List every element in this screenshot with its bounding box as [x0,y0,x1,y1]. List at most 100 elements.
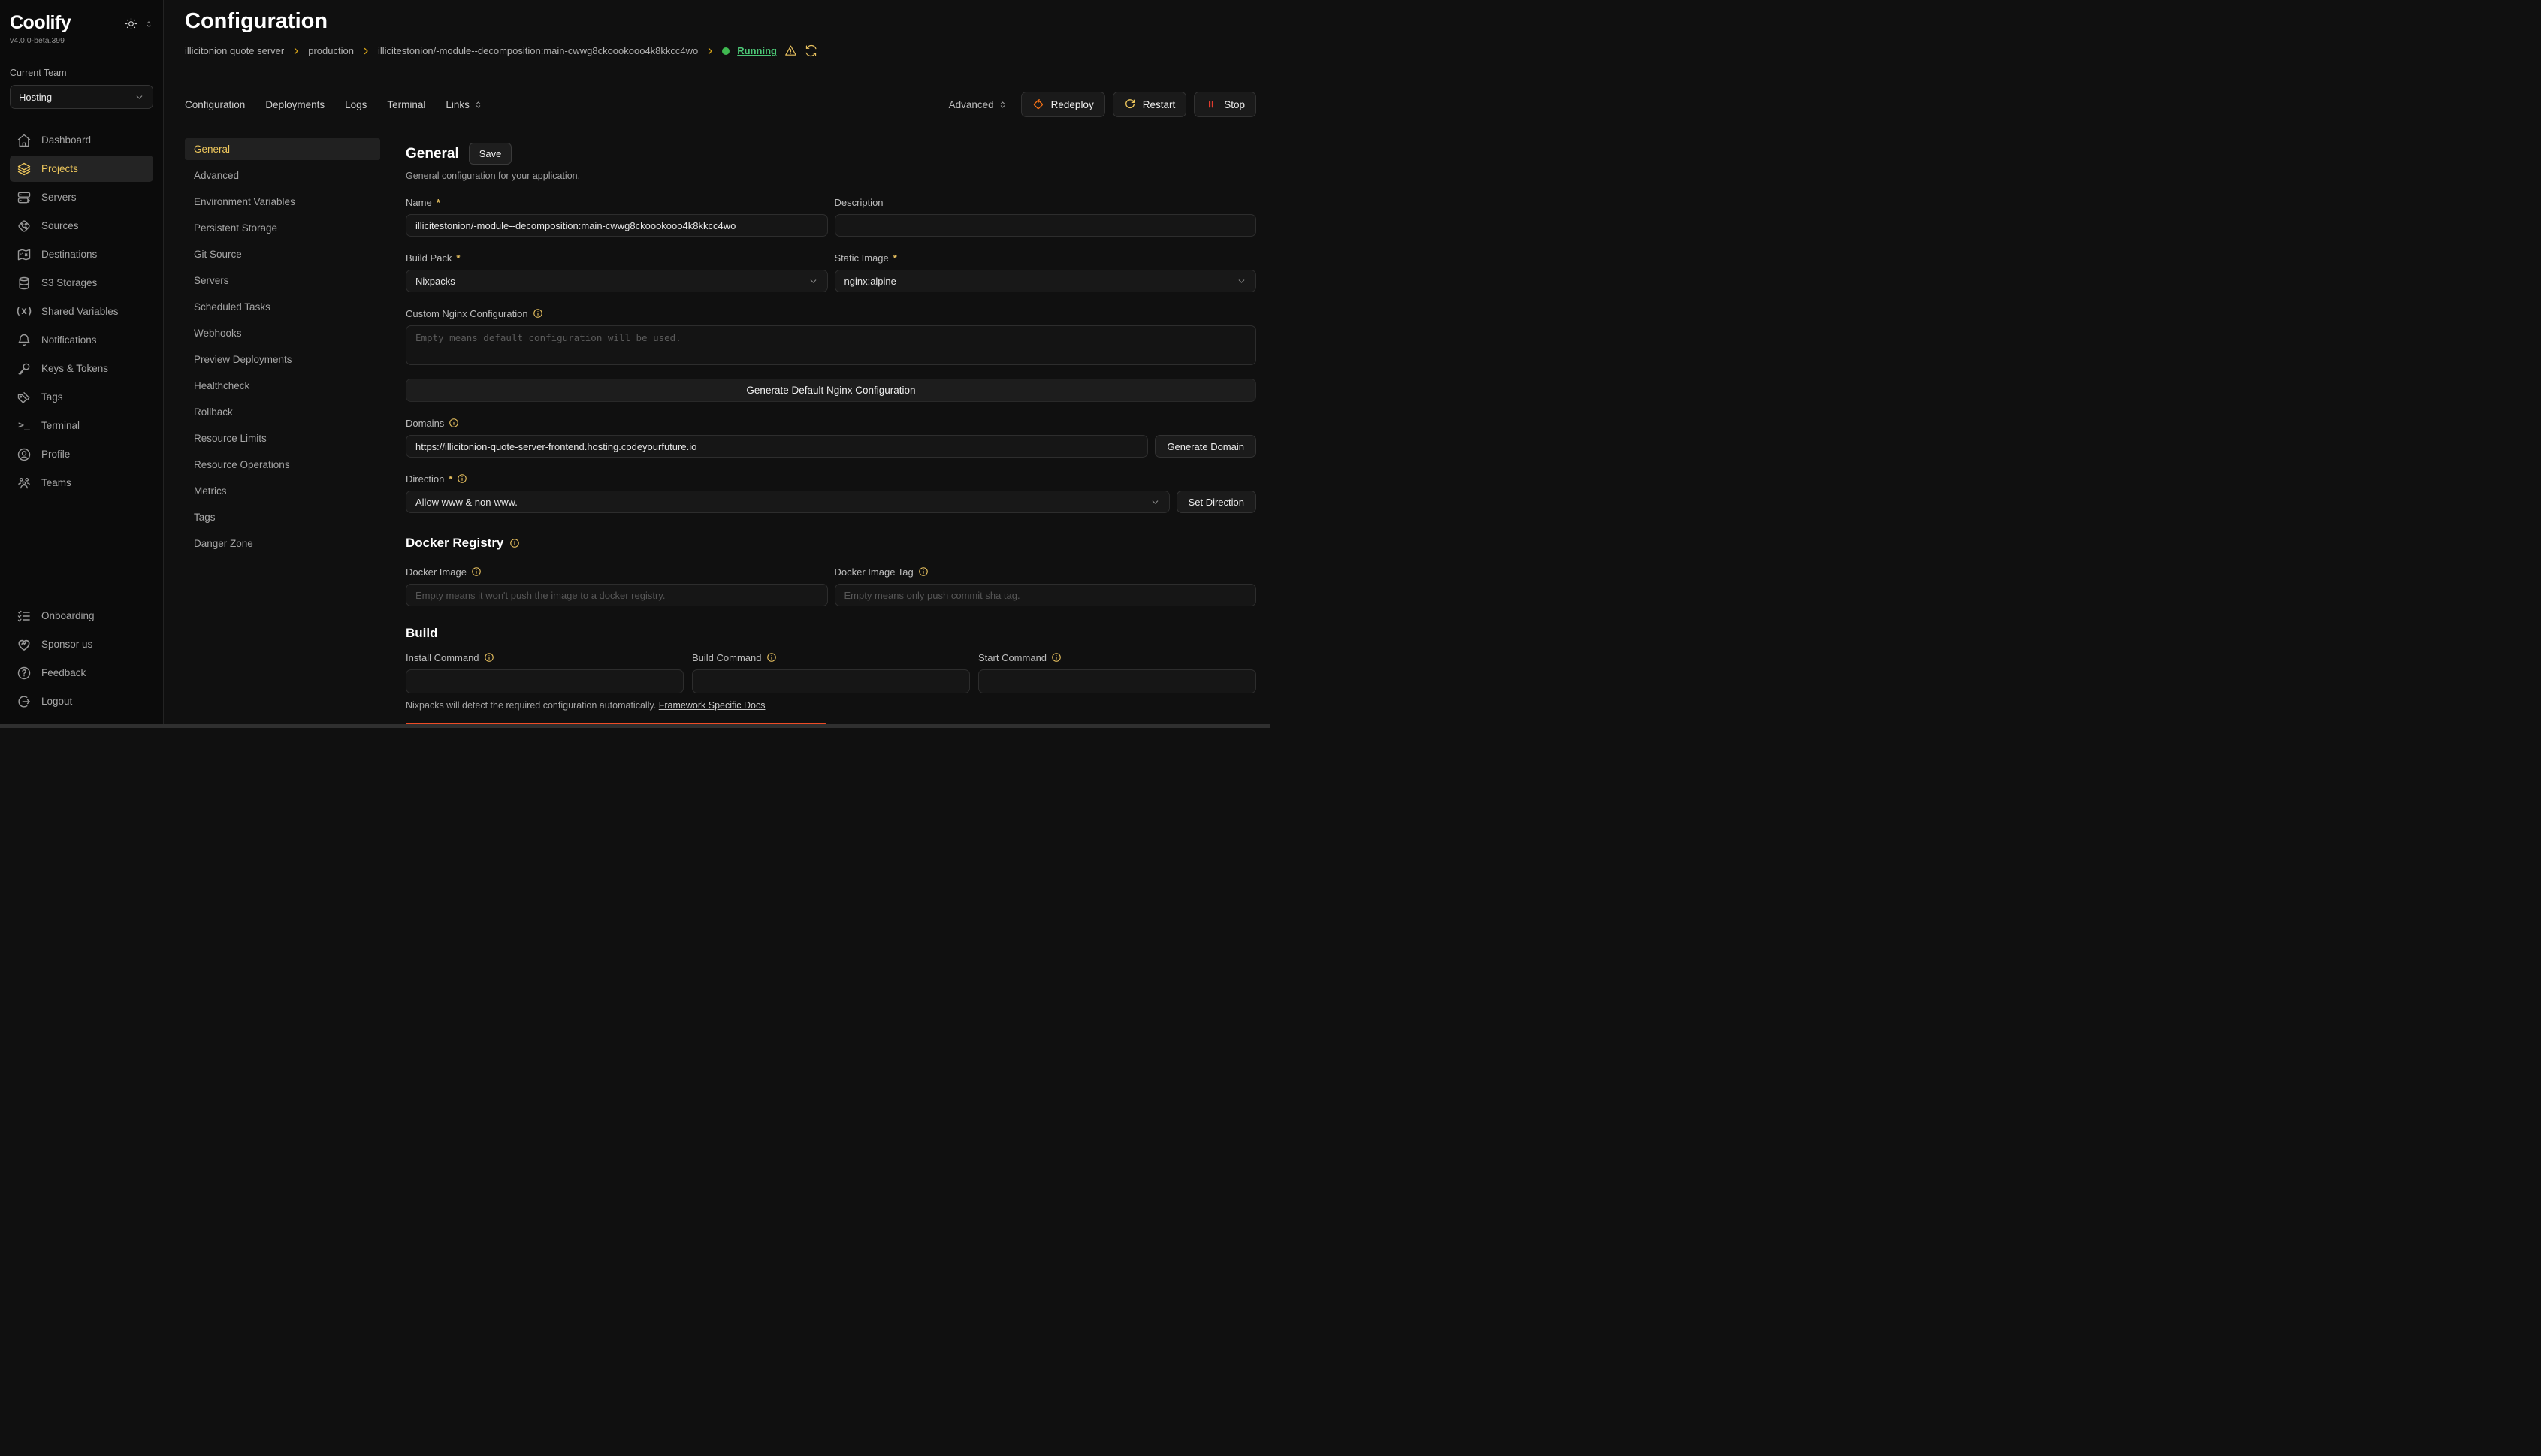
sidebar-item-terminal[interactable]: >_ Terminal [10,412,153,439]
checklist-icon [17,609,32,624]
domains-label-row: Domains [406,417,1256,429]
subnav-item-git-source[interactable]: Git Source [185,243,380,265]
build-pack-select[interactable]: Nixpacks [406,270,828,292]
sidebar-item-profile[interactable]: Profile [10,441,153,467]
docker-registry-heading: Docker Registry [406,536,503,551]
subnav-item-healthcheck[interactable]: Healthcheck [185,375,380,397]
advanced-label: Advanced [949,99,994,110]
generate-nginx-button[interactable]: Generate Default Nginx Configuration [406,379,1256,402]
sidebar-item-keys-tokens[interactable]: Keys & Tokens [10,355,153,382]
subnav-item-danger-zone[interactable]: Danger Zone [185,533,380,554]
sidebar-item-feedback[interactable]: Feedback [10,660,153,686]
install-command-input[interactable] [406,669,684,693]
subnav-item-metrics[interactable]: Metrics [185,480,380,502]
logo-row: Coolify [10,12,153,34]
sidebar-item-logout[interactable]: Logout [10,688,153,714]
sidebar-item-notifications[interactable]: Notifications [10,327,153,353]
docker-image-field: Docker Image [406,566,828,606]
horizontal-scrollbar-track[interactable] [0,724,1270,728]
docker-image-tag-input[interactable] [835,584,1257,606]
start-command-input[interactable] [978,669,1256,693]
info-icon[interactable] [457,473,467,484]
framework-docs-link[interactable]: Framework Specific Docs [659,700,766,711]
tab-links[interactable]: Links [446,99,483,110]
sidebar-item-sources[interactable]: Sources [10,213,153,239]
subnav-item-resource-limits[interactable]: Resource Limits [185,427,380,449]
info-icon[interactable] [484,652,494,663]
restart-label: Restart [1143,99,1176,110]
info-icon[interactable] [1051,652,1062,663]
sidebar-item-onboarding[interactable]: Onboarding [10,603,153,629]
sidebar-item-label: Shared Variables [41,306,119,317]
page-title: Configuration [185,9,1270,34]
build-command-label-row: Build Command [692,651,970,663]
tab-configuration[interactable]: Configuration [185,99,245,110]
description-input[interactable] [835,214,1257,237]
chevron-updown-icon [998,100,1008,110]
subnav-item-webhooks[interactable]: Webhooks [185,322,380,344]
direction-select[interactable]: Allow www & non-www. [406,491,1170,513]
info-icon[interactable] [766,652,777,663]
subnav-item-advanced[interactable]: Advanced [185,165,380,186]
chevron-updown-icon[interactable] [144,20,153,29]
advanced-dropdown[interactable]: Advanced [949,99,1008,110]
stop-button[interactable]: Stop [1194,92,1256,117]
info-icon[interactable] [471,566,482,577]
warning-icon[interactable] [784,44,797,57]
home-icon [17,133,32,148]
sidebar-item-destinations[interactable]: Destinations [10,241,153,267]
subnav-item-scheduled-tasks[interactable]: Scheduled Tasks [185,296,380,318]
redeploy-label: Redeploy [1051,99,1094,110]
tab-deployments[interactable]: Deployments [265,99,325,110]
save-button[interactable]: Save [469,143,512,165]
subnav-item-tags[interactable]: Tags [185,506,380,528]
sidebar-item-label: Sponsor us [41,639,92,650]
breadcrumb-application[interactable]: illicitestonion/-module--decomposition:m… [378,45,698,56]
info-icon[interactable] [918,566,929,577]
subnav-item-resource-operations[interactable]: Resource Operations [185,454,380,476]
set-direction-button[interactable]: Set Direction [1177,491,1256,513]
build-command-field: Build Command [692,651,970,693]
sidebar-item-projects[interactable]: Projects [10,156,153,182]
main-area: Configuration illicitonion quote server … [164,0,1270,728]
breadcrumb-environment[interactable]: production [308,45,354,56]
sidebar-item-s3-storages[interactable]: S3 Storages [10,270,153,296]
info-icon[interactable] [533,308,543,319]
domains-input[interactable] [406,435,1148,458]
tab-terminal[interactable]: Terminal [387,99,425,110]
static-image-select[interactable]: nginx:alpine [835,270,1257,292]
generate-domain-button[interactable]: Generate Domain [1155,435,1256,458]
sidebar-item-dashboard[interactable]: Dashboard [10,127,153,153]
sidebar-item-shared-variables[interactable]: (x) Shared Variables [10,298,153,325]
team-select[interactable]: Hosting [10,85,153,109]
sidebar-item-tags[interactable]: Tags [10,384,153,410]
redeploy-button[interactable]: Redeploy [1021,92,1105,117]
subnav-item-servers[interactable]: Servers [185,270,380,292]
theme-sun-icon[interactable] [125,17,137,30]
build-command-input[interactable] [692,669,970,693]
tab-logs[interactable]: Logs [345,99,367,110]
info-icon[interactable] [449,418,459,428]
subnav-item-environment-variables[interactable]: Environment Variables [185,191,380,213]
sidebar-item-sponsor[interactable]: Sponsor us [10,631,153,657]
refresh-icon[interactable] [805,44,817,57]
restart-button[interactable]: Restart [1113,92,1187,117]
direction-label: Direction [406,473,444,485]
docker-image-input[interactable] [406,584,828,606]
app-version: v4.0.0-beta.399 [10,36,153,45]
custom-nginx-textarea[interactable] [406,325,1256,365]
subnav-item-persistent-storage[interactable]: Persistent Storage [185,217,380,239]
subnav-item-rollback[interactable]: Rollback [185,401,380,423]
tab-bar: Configuration Deployments Logs Terminal … [185,92,1270,117]
sidebar-item-servers[interactable]: Servers [10,184,153,210]
subnav-item-preview-deployments[interactable]: Preview Deployments [185,349,380,370]
static-image-value: nginx:alpine [844,276,896,287]
sidebar-item-teams[interactable]: Teams [10,470,153,496]
direction-field: Direction * Allow www & non-www. Set Dir… [406,473,1256,513]
name-input[interactable] [406,214,828,237]
subnav-item-general[interactable]: General [185,138,380,160]
breadcrumb-project[interactable]: illicitonion quote server [185,45,284,56]
start-command-field: Start Command [978,651,1256,693]
info-icon[interactable] [509,538,520,548]
status-badge[interactable]: Running [737,45,777,56]
